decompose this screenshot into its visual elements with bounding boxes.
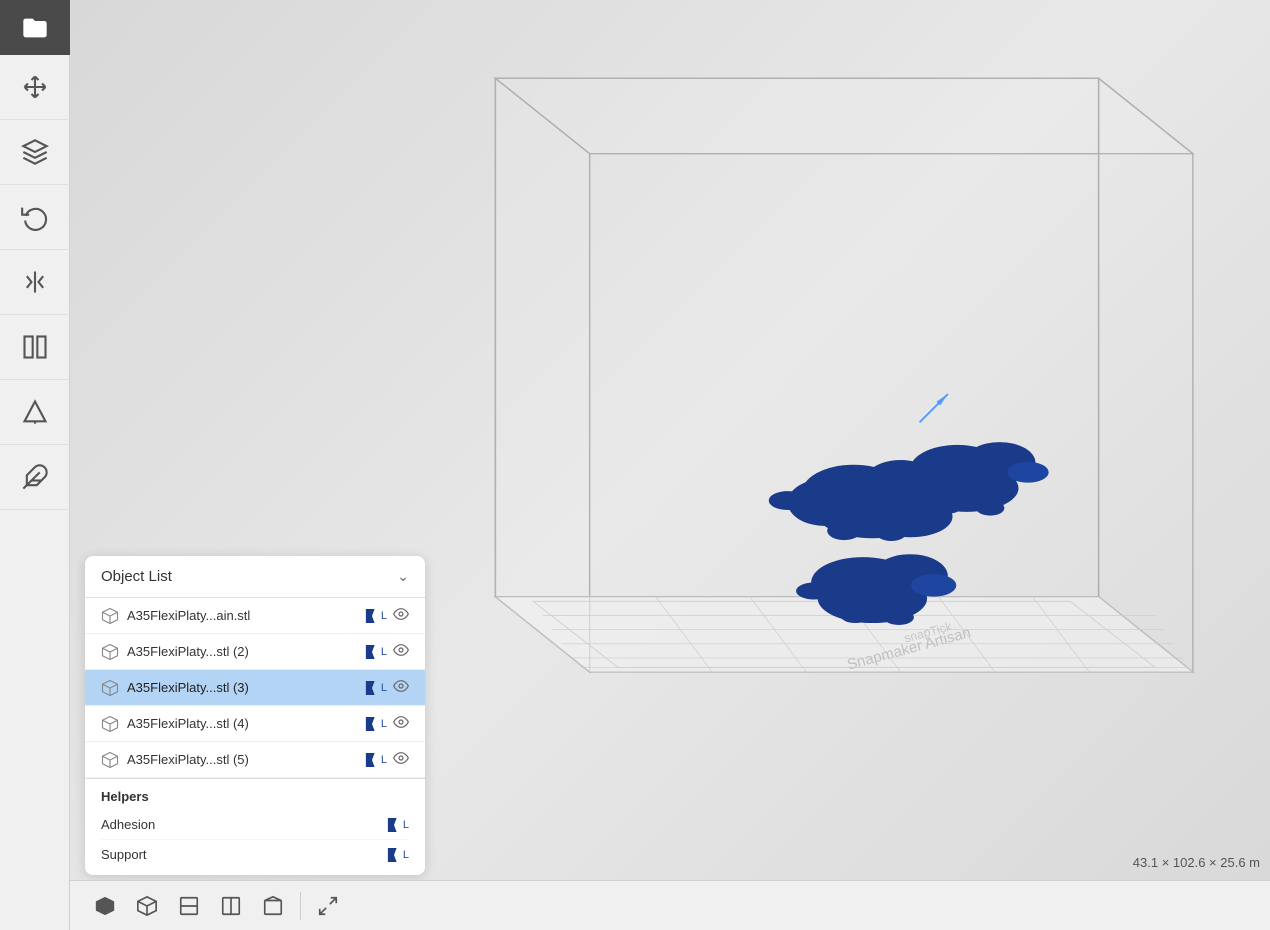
rotate-icon (21, 203, 49, 231)
paint-icon (21, 463, 49, 491)
transform-icon (21, 138, 49, 166)
object-item-4[interactable]: A35FlexiPlaty...stl (4) L (85, 706, 425, 742)
wireframe-cube-icon (136, 895, 158, 917)
object-cube-icon-3 (101, 679, 119, 697)
support-flag: L (387, 848, 409, 862)
object-actions-5: L (365, 750, 409, 769)
eye-icon-3[interactable] (393, 678, 409, 697)
layout-icon (21, 333, 49, 361)
left-view-icon (220, 895, 242, 917)
object-cube-icon-1 (101, 607, 119, 625)
support-tool-button[interactable] (0, 380, 70, 445)
left-view-button[interactable] (212, 887, 250, 925)
move-icon (21, 73, 49, 101)
helpers-section: Helpers Adhesion L Support L (85, 778, 425, 875)
solid-view-button[interactable] (86, 887, 124, 925)
support-label: Support (101, 847, 147, 862)
collapse-arrow-icon: ⌄ (397, 568, 409, 585)
object-name-2: A35FlexiPlaty...stl (2) (127, 644, 357, 659)
fit-view-icon (317, 895, 339, 917)
left-toolbar (0, 0, 70, 930)
front-view-button[interactable] (170, 887, 208, 925)
right-view-button[interactable] (254, 887, 292, 925)
main-viewport: Snapmaker Artisan snapTick (70, 0, 1270, 930)
panel-title: Object List (101, 568, 172, 585)
object-name-4: A35FlexiPlaty...stl (4) (127, 716, 357, 731)
bottom-toolbar (70, 880, 1270, 930)
adhesion-flag-shape (387, 818, 401, 832)
transform-tool-button[interactable] (0, 120, 70, 185)
wireframe-view-button[interactable] (128, 887, 166, 925)
panel-header[interactable]: Object List ⌄ (85, 556, 425, 598)
adhesion-flag: L (387, 818, 409, 832)
folder-icon (21, 14, 49, 42)
object-cube-icon-4 (101, 715, 119, 733)
object-cube-icon-5 (101, 751, 119, 769)
flag-icon-3: L (365, 681, 387, 695)
solid-cube-icon (94, 895, 116, 917)
3d-box-wireframe: Snapmaker Artisan snapTick (410, 50, 1250, 870)
object-list-panel: Object List ⌄ A35FlexiPlaty...ain.stl L (85, 556, 425, 875)
eye-icon-5[interactable] (393, 750, 409, 769)
move-tool-button[interactable] (0, 55, 70, 120)
layout-tool-button[interactable] (0, 315, 70, 380)
fit-view-button[interactable] (309, 887, 347, 925)
support-icon (21, 398, 49, 426)
eye-icon-2[interactable] (393, 642, 409, 661)
object-item-2[interactable]: A35FlexiPlaty...stl (2) L (85, 634, 425, 670)
paint-tool-button[interactable] (0, 445, 70, 510)
eye-icon-1[interactable] (393, 606, 409, 625)
object-name-1: A35FlexiPlaty...ain.stl (127, 608, 357, 623)
flag-shape-1 (365, 609, 379, 623)
rotate-tool-button[interactable] (0, 185, 70, 250)
open-folder-button[interactable] (0, 0, 70, 55)
object-name-3: A35FlexiPlaty...stl (3) (127, 680, 357, 695)
flag-shape-2 (365, 645, 379, 659)
helper-support[interactable]: Support L (101, 840, 409, 869)
helpers-title: Helpers (101, 789, 409, 804)
dimension-display: 43.1 × 102.6 × 25.6 m (1133, 855, 1260, 870)
object-name-5: A35FlexiPlaty...stl (5) (127, 752, 357, 767)
eye-icon-4[interactable] (393, 714, 409, 733)
object-actions-4: L (365, 714, 409, 733)
right-view-icon (262, 895, 284, 917)
object-list: A35FlexiPlaty...ain.stl L (85, 598, 425, 778)
flag-icon-2: L (365, 645, 387, 659)
support-flag-shape (387, 848, 401, 862)
object-item-3[interactable]: A35FlexiPlaty...stl (3) L (85, 670, 425, 706)
object-actions-3: L (365, 678, 409, 697)
flag-icon-5: L (365, 753, 387, 767)
flag-shape-3 (365, 681, 379, 695)
object-item-1[interactable]: A35FlexiPlaty...ain.stl L (85, 598, 425, 634)
front-view-icon (178, 895, 200, 917)
object-actions-2: L (365, 642, 409, 661)
object-cube-icon-2 (101, 643, 119, 661)
helper-adhesion[interactable]: Adhesion L (101, 810, 409, 840)
toolbar-divider (300, 892, 301, 920)
mirror-icon (21, 268, 49, 296)
mirror-tool-button[interactable] (0, 250, 70, 315)
flag-icon-4: L (365, 717, 387, 731)
flag-shape-5 (365, 753, 379, 767)
adhesion-label: Adhesion (101, 817, 155, 832)
object-item-5[interactable]: A35FlexiPlaty...stl (5) L (85, 742, 425, 778)
flag-icon-1: L (365, 609, 387, 623)
object-actions-1: L (365, 606, 409, 625)
flag-shape-4 (365, 717, 379, 731)
